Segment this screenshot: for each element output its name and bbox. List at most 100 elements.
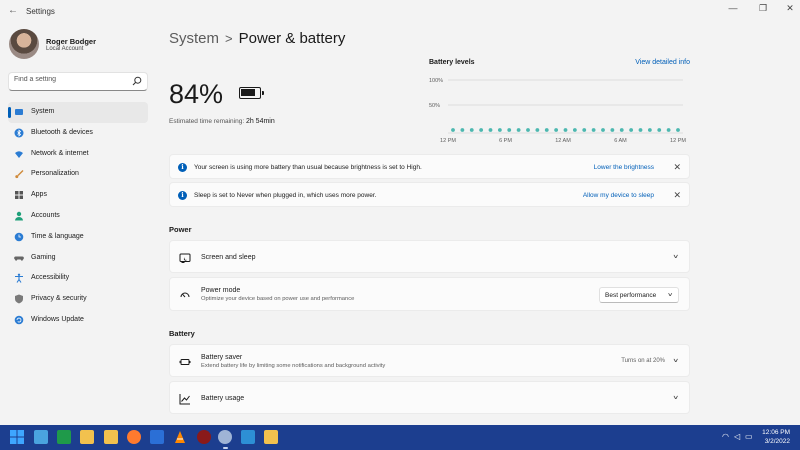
folder-icon[interactable] xyxy=(264,430,278,444)
close-icon[interactable]: ✕ xyxy=(673,190,681,201)
power-mode-icon xyxy=(180,292,190,298)
desktop-icon[interactable] xyxy=(34,430,48,444)
sidebar-item-label: Privacy & security xyxy=(31,295,87,303)
y-tick-label: 50% xyxy=(429,103,440,109)
breadcrumb-parent[interactable]: System xyxy=(169,30,219,47)
battery-level-point xyxy=(629,128,634,132)
battery-level-point xyxy=(507,128,512,132)
sidebar-item-gaming[interactable]: Gaming xyxy=(8,248,148,269)
remote-desktop-icon[interactable] xyxy=(241,430,255,444)
close-icon[interactable]: ✕ xyxy=(673,162,681,173)
speaker-icon[interactable]: ◁ xyxy=(734,432,740,441)
account-type: Local Account xyxy=(46,46,84,52)
firefox-icon[interactable] xyxy=(127,430,141,444)
apps-icon xyxy=(15,191,23,200)
start-icon[interactable] xyxy=(10,430,24,444)
vlc-icon[interactable] xyxy=(173,430,187,444)
battery-level-point xyxy=(657,128,662,132)
battery-level-point xyxy=(619,128,624,132)
screen-sleep-label: Screen and sleep xyxy=(201,254,256,261)
info-icon: i xyxy=(178,163,187,172)
breadcrumb: System > Power & battery xyxy=(169,30,345,47)
sidebar-item-accounts[interactable]: Accounts xyxy=(8,206,148,227)
battery-level-point xyxy=(516,128,521,132)
estimated-time: Estimated time remaining: 2h 54min xyxy=(169,118,275,125)
notice-text: Sleep is set to Never when plugged in, w… xyxy=(194,192,377,199)
network-icon xyxy=(15,150,23,158)
sidebar-item-apps[interactable]: Apps xyxy=(8,185,148,206)
taskbar-clock[interactable]: 12:06 PM 3/2/2022 xyxy=(762,428,790,446)
battery-fill xyxy=(241,89,256,96)
battery-section-heading: Battery xyxy=(169,329,195,338)
update-icon xyxy=(14,315,24,325)
windows-logo-icon xyxy=(10,430,24,444)
user-name: Roger Bodger xyxy=(46,37,97,46)
sidebar-item-accessibility[interactable]: Accessibility xyxy=(8,268,148,289)
minimize-icon[interactable]: — xyxy=(723,3,743,13)
sidebar-item-label: Time & language xyxy=(31,232,84,240)
battery-icon xyxy=(239,87,264,99)
x-tick-label: 6 AM xyxy=(614,138,627,144)
notice-text: Your screen is using more battery than u… xyxy=(194,164,422,171)
clock-date: 3/2/2022 xyxy=(764,438,790,445)
sidebar-item-bluetooth-devices[interactable]: Bluetooth & devices xyxy=(8,123,148,144)
search-box[interactable] xyxy=(8,72,148,91)
wifi-icon[interactable]: ◠ xyxy=(722,432,729,441)
battery-level-point xyxy=(572,128,577,132)
app-icon[interactable] xyxy=(197,430,211,444)
title-bar: ← Settings — ❐ ✕ xyxy=(0,0,800,24)
power-mode-dropdown[interactable]: Best performance ∨ xyxy=(599,287,679,303)
chevron-down-icon: ∨ xyxy=(667,291,673,298)
battery-level-point xyxy=(535,128,540,132)
taskbar: ◠ ◁ ▭ 12:06 PM 3/2/2022 xyxy=(0,425,800,450)
battery-level-point xyxy=(488,128,493,132)
battery-percentage: 84% xyxy=(169,79,224,109)
sidebar-item-system[interactable]: System xyxy=(8,102,148,123)
battery-level-point xyxy=(591,128,596,132)
battery-saver-label: Battery saver xyxy=(201,354,243,361)
sidebar-item-label: Personalization xyxy=(31,170,79,178)
battery-usage-row[interactable]: Battery usage ∨ xyxy=(169,381,690,414)
battery-saver-description: Extend battery life by limiting some not… xyxy=(201,363,386,369)
battery-level-point xyxy=(638,128,643,132)
folder-icon[interactable] xyxy=(80,430,94,444)
chevron-down-icon[interactable]: ∨ xyxy=(672,357,679,364)
power-mode-label: Power mode xyxy=(201,287,241,294)
settings-icon[interactable] xyxy=(218,430,232,444)
power-section-heading: Power xyxy=(169,225,192,234)
controller-icon xyxy=(14,256,24,261)
battery-level-point xyxy=(497,128,502,132)
chevron-down-icon[interactable]: ∨ xyxy=(672,253,679,260)
window-title: Settings xyxy=(26,7,55,16)
sidebar-item-time-language[interactable]: Time & language xyxy=(8,227,148,248)
accounts-icon xyxy=(15,211,23,221)
maximize-icon[interactable]: ❐ xyxy=(753,3,773,14)
document-icon[interactable] xyxy=(150,430,164,444)
lower-brightness-link[interactable]: Lower the brightness xyxy=(594,164,654,171)
sidebar-item-network-internet[interactable]: Network & internet xyxy=(8,144,148,165)
x-tick-label: 12 PM xyxy=(670,138,686,144)
screen-and-sleep-row[interactable]: Screen and sleep ∨ xyxy=(169,240,690,273)
folder-icon[interactable] xyxy=(104,430,118,444)
back-arrow-icon[interactable]: ← xyxy=(8,5,18,16)
battery-levels-chart: Battery levels View detailed info 100% 50… xyxy=(429,57,691,147)
x-tick-label: 12 PM xyxy=(440,138,456,144)
globe-clock-icon xyxy=(14,232,24,242)
battery-icon[interactable]: ▭ xyxy=(745,432,753,441)
sidebar-nav: System Bluetooth & devices Network & inter… xyxy=(8,102,148,331)
allow-sleep-link[interactable]: Allow my device to sleep xyxy=(583,192,654,199)
sidebar-item-personalization[interactable]: Personalization xyxy=(8,164,148,185)
search-icon[interactable] xyxy=(132,76,142,86)
page-title: Power & battery xyxy=(238,30,346,47)
sidebar-item-privacy-security[interactable]: Privacy & security xyxy=(8,289,148,310)
battery-usage-icon xyxy=(179,394,190,405)
sidebar-item-label: Bluetooth & devices xyxy=(31,128,93,136)
spreadsheet-icon[interactable] xyxy=(57,430,71,444)
brightness-notice: i Your screen is using more battery than… xyxy=(169,154,690,179)
battery-saver-row[interactable]: Battery saver Extend battery life by lim… xyxy=(169,344,690,377)
search-input[interactable] xyxy=(14,76,124,83)
sidebar-item-windows-update[interactable]: Windows Update xyxy=(8,310,148,331)
chevron-down-icon[interactable]: ∨ xyxy=(672,394,679,401)
battery-level-point xyxy=(582,128,587,132)
close-icon[interactable]: ✕ xyxy=(780,3,800,14)
